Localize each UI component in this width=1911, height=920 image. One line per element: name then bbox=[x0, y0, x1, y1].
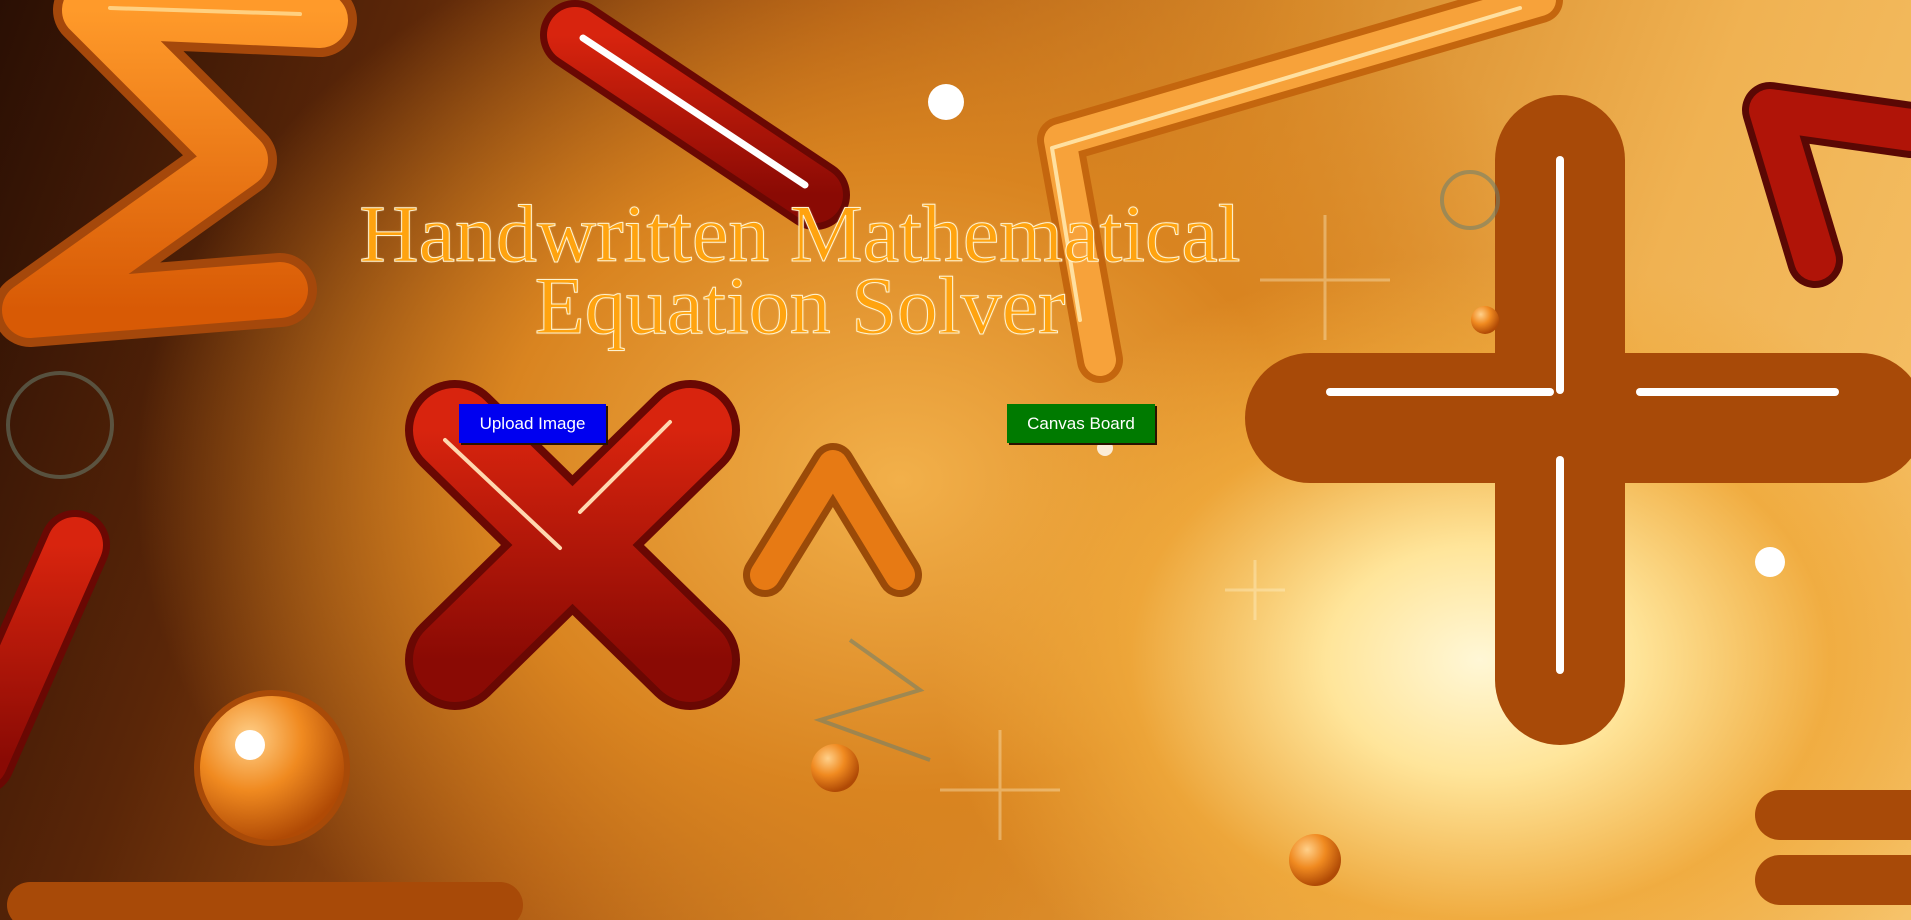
math-symbols-background bbox=[0, 0, 1911, 920]
canvas-board-button[interactable]: Canvas Board bbox=[1007, 404, 1155, 443]
plus-shape bbox=[1245, 95, 1911, 745]
chevron-shape bbox=[1742, 82, 1911, 288]
page-title: Handwritten Mathematical Equation Solver bbox=[300, 192, 1300, 347]
slash-bar-shape bbox=[0, 510, 110, 789]
sigma-shape bbox=[0, 0, 357, 347]
upload-image-button[interactable]: Upload Image bbox=[459, 404, 606, 443]
title-line-2: Equation Solver bbox=[534, 260, 1066, 351]
ball-shape bbox=[194, 690, 350, 846]
multiply-shape bbox=[405, 380, 740, 710]
minus-bar-shape bbox=[540, 0, 850, 230]
caret-shape bbox=[743, 443, 922, 597]
